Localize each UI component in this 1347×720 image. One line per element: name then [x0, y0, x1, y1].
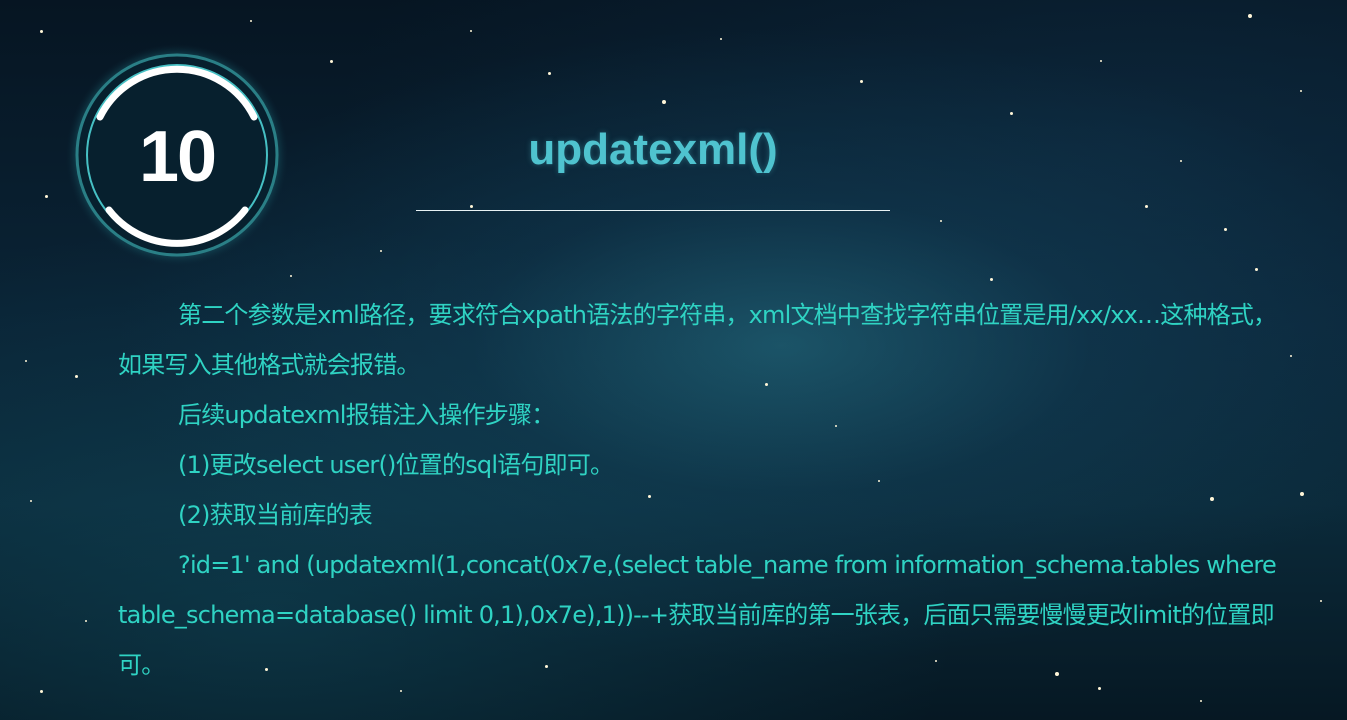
paragraph: 第二个参数是xml路径，要求符合xpath语法的字符串，xml文档中查找字符串位…: [118, 301, 1277, 379]
paragraph: (1)更改select user()位置的sql语句即可。: [178, 451, 614, 479]
slide-title: updatexml(): [528, 125, 778, 174]
paragraph: (2)获取当前库的表: [178, 501, 373, 529]
slide-number-badge: 10: [64, 42, 290, 268]
title-divider: [416, 210, 890, 211]
paragraph: ?id=1' and (updatexml(1,concat(0x7e,(sel…: [118, 551, 1277, 679]
paragraph: 后续updatexml报错注入操作步骤：: [178, 401, 555, 429]
slide-number: 10: [138, 117, 217, 197]
slide-body: 第二个参数是xml路径，要求符合xpath语法的字符串，xml文档中查找字符串位…: [118, 290, 1278, 690]
